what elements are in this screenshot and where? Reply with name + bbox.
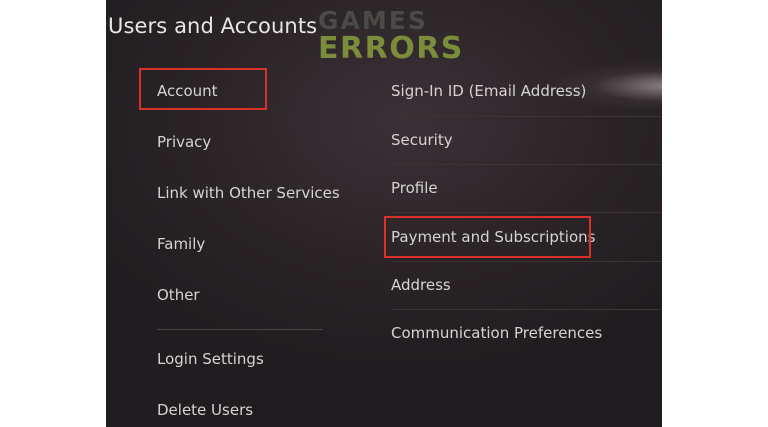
- left-menu-item-link-with-other-services[interactable]: Link with Other Services: [157, 184, 340, 202]
- ps5-settings-screen: Users and Accounts GAMES ERRORS Account …: [106, 0, 662, 427]
- page-title: Users and Accounts: [108, 14, 318, 38]
- payment-highlight-box: [384, 216, 591, 258]
- watermark-line-1: GAMES: [318, 6, 428, 35]
- left-menu-item-login-settings[interactable]: Login Settings: [157, 350, 264, 368]
- left-menu-item-privacy[interactable]: Privacy: [157, 133, 211, 151]
- right-menu-divider: [391, 164, 662, 165]
- right-menu-item-profile[interactable]: Profile: [391, 179, 438, 197]
- right-menu-item-security[interactable]: Security: [391, 131, 453, 149]
- right-menu-item-address[interactable]: Address: [391, 276, 451, 294]
- right-menu-divider: [391, 212, 662, 213]
- left-menu-item-delete-users[interactable]: Delete Users: [157, 401, 253, 419]
- right-menu-divider: [391, 309, 662, 310]
- left-menu-divider: [157, 329, 323, 330]
- right-menu-item-sign-in-id[interactable]: Sign-In ID (Email Address): [391, 82, 586, 100]
- account-highlight-box: [139, 68, 267, 110]
- right-menu-divider: [391, 116, 662, 117]
- watermark-line-2: ERRORS: [318, 31, 464, 66]
- left-menu-item-family[interactable]: Family: [157, 235, 205, 253]
- right-menu-divider: [391, 261, 662, 262]
- games-errors-watermark-logo: GAMES ERRORS: [318, 8, 464, 64]
- right-menu-item-communication-preferences[interactable]: Communication Preferences: [391, 324, 602, 342]
- left-menu-item-other[interactable]: Other: [157, 286, 200, 304]
